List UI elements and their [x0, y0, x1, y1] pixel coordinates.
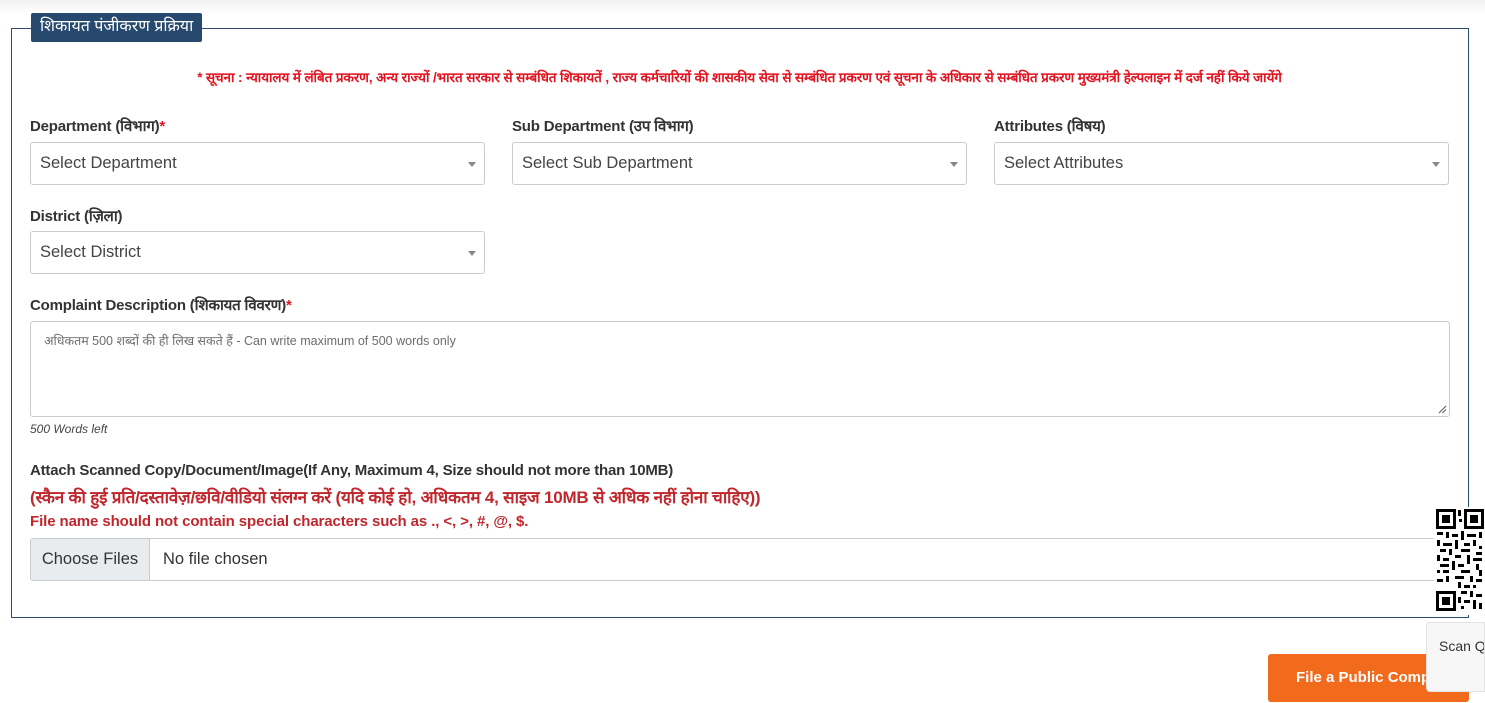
required-mark: *	[159, 118, 166, 135]
qr-code-icon[interactable]	[1434, 507, 1485, 615]
attachment-label-hi: (स्कैन की हुई प्रति/दस्तावेज़/छवि/वीडियो…	[30, 488, 761, 507]
district-select-value: Select District	[40, 243, 141, 261]
description-textarea[interactable]: अधिकतम 500 शब्दों की ही लिख सकते हैं - C…	[30, 321, 1450, 417]
sub-department-label: Sub Department (उप विभाग)	[512, 118, 694, 135]
district-select[interactable]: Select District	[30, 231, 485, 274]
district-label: District (ज़िला)	[30, 208, 123, 225]
attributes-select[interactable]: Select Attributes	[994, 142, 1449, 185]
qr-caption: Scan QR	[1426, 622, 1485, 692]
required-mark: *	[286, 297, 292, 314]
attachment-label-en: Attach Scanned Copy/Document/Image(If An…	[30, 462, 674, 479]
attachment-warning: File name should not contain special cha…	[30, 513, 529, 530]
file-input[interactable]: Choose Files No file chosen	[30, 538, 1450, 581]
resize-handle-icon[interactable]	[1438, 405, 1447, 414]
description-label-text: Complaint Description (शिकायत विवरण)	[30, 297, 287, 314]
sub-department-select-value: Select Sub Department	[522, 154, 693, 172]
department-label: Department (विभाग)*	[30, 116, 165, 136]
attributes-select-value: Select Attributes	[1004, 154, 1124, 172]
department-label-text: Department (विभाग)	[30, 118, 160, 135]
description-placeholder: अधिकतम 500 शब्दों की ही लिख सकते हैं - C…	[44, 334, 456, 348]
chevron-down-icon	[468, 162, 476, 167]
department-select-value: Select Department	[40, 154, 177, 172]
attributes-label: Attributes (विषय)	[994, 118, 1106, 135]
choose-files-button[interactable]: Choose Files	[31, 539, 150, 580]
form-legend: शिकायत पंजीकरण प्रक्रिया	[31, 13, 203, 42]
description-label: Complaint Description (शिकायत विवरण)*	[30, 295, 292, 315]
chevron-down-icon	[950, 162, 958, 167]
file-status-text: No file chosen	[163, 550, 268, 568]
page-top-edge	[0, 0, 1485, 14]
chevron-down-icon	[1432, 162, 1440, 167]
form-notice: * सूचना : न्यायालय में लंबित प्रकरण, अन्…	[197, 70, 1282, 85]
sub-department-select[interactable]: Select Sub Department	[512, 142, 967, 185]
department-select[interactable]: Select Department	[30, 142, 485, 185]
words-left-counter: 500 Words left	[30, 422, 108, 436]
chevron-down-icon	[468, 251, 476, 256]
